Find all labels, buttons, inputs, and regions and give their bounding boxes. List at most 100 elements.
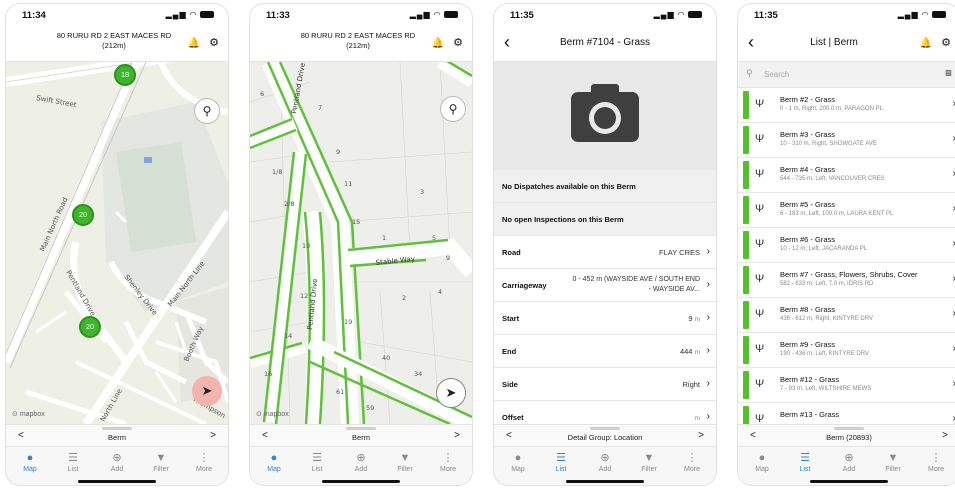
list-item[interactable]: Ψ Berm #3 - Grass 10 - 310 m, Right, SHOWG… <box>738 123 955 158</box>
chevron-left-icon[interactable]: < <box>750 430 756 441</box>
map-canvas: 6 7 9 1/8 11 3 2/8 15 10 1 5 9 12 2 4 19 <box>250 62 472 424</box>
chevron-right-icon[interactable]: > <box>698 430 704 441</box>
cluster-marker[interactable]: 20 <box>79 316 101 338</box>
field-row-road[interactable]: Road FLAY CRES › <box>494 236 716 269</box>
list-item[interactable]: Ψ Berm #9 - Grass 190 - 436 m, Left, KINTY… <box>738 333 955 368</box>
parcel-number: 10 <box>302 242 310 250</box>
chevron-left-icon[interactable]: < <box>18 430 24 441</box>
cluster-marker[interactable]: 20 <box>72 204 94 226</box>
list-item[interactable]: Ψ Berm #6 - Grass 10 - 12 m, Left, JACARAN… <box>738 228 955 263</box>
grass-icon: Ψ <box>755 133 765 145</box>
list-item[interactable]: Ψ Berm #2 - Grass 0 - 1 m, Right, 200.0 m,… <box>738 88 955 123</box>
tab-more[interactable]: ⋮ More <box>428 451 468 473</box>
bell-icon[interactable]: 🔔 <box>920 38 932 49</box>
parcel-number: 59 <box>366 404 374 412</box>
tab-filter[interactable]: ▼ Filter <box>873 451 913 473</box>
list-icon: ☰ <box>68 452 78 464</box>
home-indicator <box>78 480 156 483</box>
list-item[interactable]: Ψ Berm #8 - Grass 436 - 612 m, Right, KINT… <box>738 298 955 333</box>
item-subtitle: 582 - 633 m, Left, 7.0 m, IDRIS RD <box>780 281 874 287</box>
note-text: No open Inspections on this Berm <box>502 215 624 224</box>
chevron-left-icon[interactable]: < <box>506 430 512 441</box>
chevron-right-icon[interactable]: > <box>210 430 216 441</box>
field-row-start[interactable]: Start 9 m › <box>494 302 716 335</box>
tab-list[interactable]: ☰ List <box>785 451 825 473</box>
tab-map[interactable]: ● Map <box>254 451 294 473</box>
filter-icon: ▼ <box>399 452 411 464</box>
tab-more[interactable]: ⋮ More <box>672 451 712 473</box>
chevron-left-icon[interactable]: < <box>262 430 268 441</box>
tab-list[interactable]: ☰ List <box>53 451 93 473</box>
tab-map[interactable]: ● Map <box>742 451 782 473</box>
list-search-bar: ⚲ Search ≡ <box>738 62 955 88</box>
more-icon: ⋮ <box>198 452 210 464</box>
gear-icon[interactable]: ⚙ <box>209 36 219 49</box>
item-title: Berm #13 - Grass <box>780 410 840 419</box>
list-item[interactable]: Ψ Berm #4 - Grass 544 - 735 m, Left, VANCO… <box>738 158 955 193</box>
back-chevron-icon[interactable]: ‹ <box>504 32 510 53</box>
search-input[interactable]: Search <box>764 70 789 79</box>
tab-list[interactable]: ☰ List <box>297 451 337 473</box>
drag-handle[interactable] <box>590 427 620 430</box>
list-item[interactable]: Ψ Berm #12 - Grass 7 - 93 m, Left, WILTSHI… <box>738 368 955 403</box>
tab-label: Map <box>23 466 37 473</box>
tab-add[interactable]: ⊕ Add <box>341 451 381 473</box>
bell-icon[interactable]: 🔔 <box>188 38 200 49</box>
mapbox-logo: ⊙ mapbox <box>12 411 45 418</box>
item-subtitle: 544 - 735 m, Left, VANCOUVER CRES <box>780 176 885 182</box>
list-item[interactable]: ΨBerm #13 - Grass› <box>738 403 955 424</box>
drag-handle[interactable] <box>834 427 864 430</box>
location-arrow-icon[interactable]: ➤ <box>436 378 466 408</box>
grass-icon: Ψ <box>755 413 765 424</box>
parcel-number: 5 <box>432 234 436 242</box>
cluster-count: 18 <box>120 70 130 79</box>
tab-add[interactable]: ⊕ Add <box>585 451 625 473</box>
field-label: End <box>502 347 517 356</box>
gear-icon[interactable]: ⚙ <box>453 36 463 49</box>
bell-icon[interactable]: 🔔 <box>432 38 444 49</box>
back-chevron-icon[interactable]: ‹ <box>748 32 754 53</box>
chevron-right-icon: › <box>706 279 710 290</box>
drag-handle[interactable] <box>346 427 376 430</box>
field-value: 9 <box>688 314 693 323</box>
tab-label: More <box>440 466 456 473</box>
field-row-carriageway[interactable]: Carriageway 0 - 452 m (WAYSIDE AVE / SOU… <box>494 269 716 302</box>
pager-label: Berm <box>352 433 370 442</box>
grass-icon: Ψ <box>755 168 765 180</box>
tab-add[interactable]: ⊕ Add <box>97 451 137 473</box>
sort-icon[interactable]: ≡ <box>945 66 952 80</box>
cluster-marker[interactable]: 18 <box>114 64 136 86</box>
current-address[interactable]: 80 RURU RD 2 EAST MACES RD (212m) <box>278 31 438 51</box>
mapbox-logo: ⊙ mapbox <box>256 411 289 418</box>
drag-handle[interactable] <box>102 427 132 430</box>
tab-add[interactable]: ⊕ Add <box>829 451 869 473</box>
item-subtitle: 436 - 612 m, Right, KINTYRE DRV <box>780 316 873 322</box>
field-row-side[interactable]: Side Right › <box>494 368 716 401</box>
chevron-right-icon[interactable]: > <box>942 430 948 441</box>
tab-label: More <box>928 466 944 473</box>
chevron-right-icon[interactable]: > <box>454 430 460 441</box>
list-item[interactable]: Ψ Berm #7 - Grass, Flowers, Shrubs, Cover… <box>738 263 955 298</box>
gear-icon[interactable]: ⚙ <box>941 36 951 49</box>
list-item[interactable]: Ψ Berm #5 - Grass 6 - 183 m, Left, 100.0 m… <box>738 193 955 228</box>
tab-more[interactable]: ⋮ More <box>916 451 955 473</box>
map-view[interactable]: Swift Street Main North Road Pentland Dr… <box>6 62 228 424</box>
tab-filter[interactable]: ▼ Filter <box>385 451 425 473</box>
tab-map[interactable]: ● Map <box>498 451 538 473</box>
tab-filter[interactable]: ▼ Filter <box>629 451 669 473</box>
current-address[interactable]: 80 RURU RD 2 EAST MACES RD (212m) <box>34 31 194 51</box>
tab-list[interactable]: ☰ List <box>541 451 581 473</box>
tab-map[interactable]: ● Map <box>10 451 50 473</box>
location-arrow-icon[interactable]: ➤ <box>192 376 222 406</box>
tab-filter[interactable]: ▼ Filter <box>141 451 181 473</box>
list-header: ‹ List | Berm 🔔 ⚙ <box>738 24 955 62</box>
photo-placeholder[interactable] <box>494 62 716 170</box>
field-row-end[interactable]: End 444 m › <box>494 335 716 368</box>
item-subtitle: 10 - 12 m, Left, JACARANDA PL <box>780 246 868 252</box>
search-icon[interactable]: ⚲ <box>440 96 466 122</box>
cluster-count: 20 <box>78 210 88 219</box>
tab-more[interactable]: ⋮ More <box>184 451 224 473</box>
chevron-right-icon: › <box>706 411 710 422</box>
search-icon[interactable]: ⚲ <box>194 98 220 124</box>
map-view[interactable]: 6 7 9 1/8 11 3 2/8 15 10 1 5 9 12 2 4 19 <box>250 62 472 424</box>
